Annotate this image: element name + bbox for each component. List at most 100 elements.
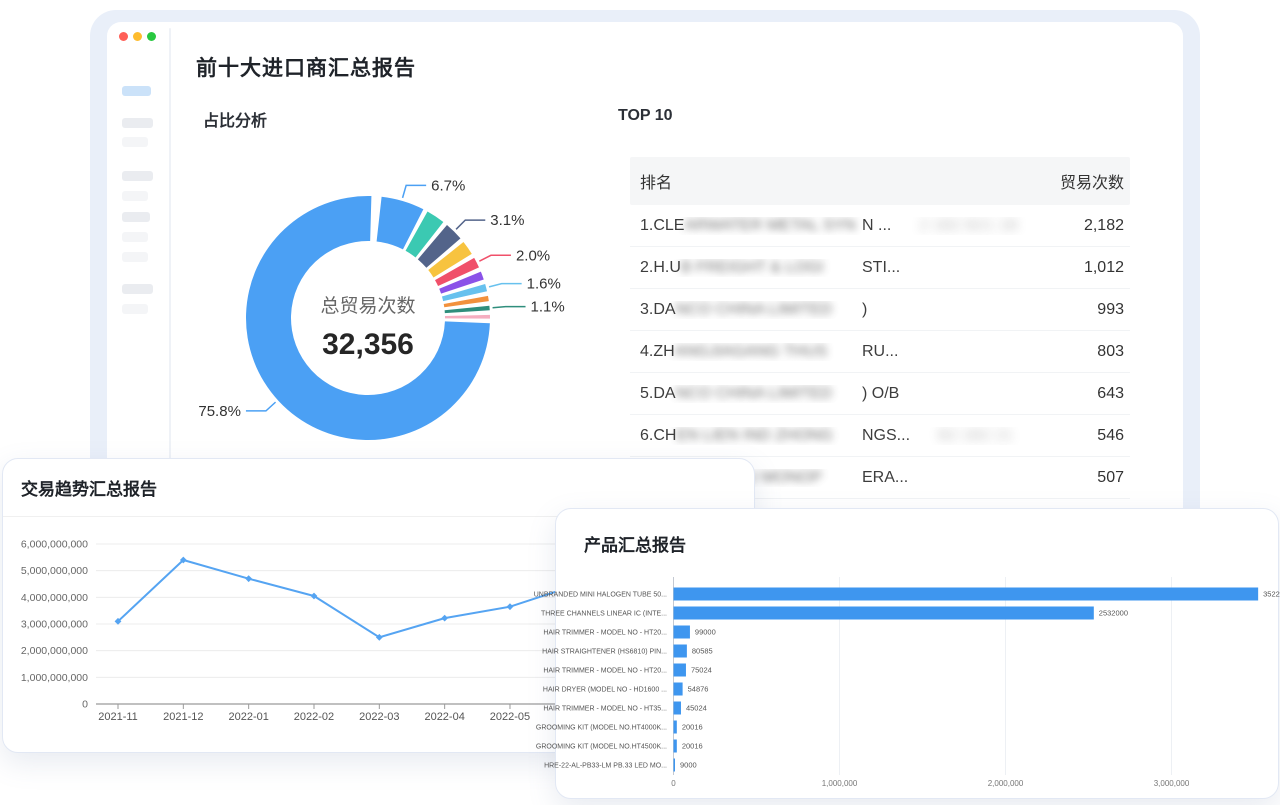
blurred-smudge: 2 1B2 B21 1B [919, 217, 1018, 235]
donut-label-line [493, 307, 526, 308]
importer-name-suffix: ) [862, 301, 867, 319]
trade-count-value: 1,012 [1084, 259, 1124, 277]
category-label: HAIR TRIMMER - MODEL NO - HT35... [543, 706, 667, 713]
x-axis-tick-label: 2022-03 [359, 711, 399, 723]
bar [674, 721, 677, 734]
y-axis-tick-label: 4,000,000,000 [21, 592, 88, 604]
importer-name-prefix: 1.CLE [640, 217, 684, 235]
importer-name-prefix: 4.ZH [640, 343, 675, 361]
y-axis-tick-label: 2,000,000,000 [21, 645, 88, 657]
bar-value-label: 45024 [686, 704, 707, 713]
sidebar-skeleton-bar [122, 86, 151, 96]
donut-slice [445, 306, 490, 313]
table-body: 1.CLEARWATER METAL SYNN ...2 1B2 B21 1B2… [630, 205, 1130, 499]
bar-value-label: 9000 [680, 761, 697, 770]
data-point-marker [441, 615, 448, 622]
importer-name-blurred: ARWATER METAL SYN [684, 217, 862, 235]
y-axis-tick-label: 3,000,000,000 [21, 619, 88, 631]
sidebar-skeleton-bar [122, 191, 148, 201]
table-row: 2.H.UB FREIGHT & LOGISTI... 1,012 [630, 247, 1130, 289]
donut-percent-label: 6.7% [431, 177, 465, 194]
importer-name-prefix: 5.DA [640, 385, 676, 403]
x-axis-tick-label: 1,000,000 [822, 779, 858, 788]
donut-label-line [456, 220, 485, 229]
bar-value-label: 20016 [682, 742, 703, 751]
x-axis-tick-label: 2022-01 [228, 711, 268, 723]
donut-center-label: 总贸易次数 [320, 295, 415, 317]
importer-name-blurred: NCO CHINA LIMITED [676, 385, 862, 403]
sidebar-skeleton-bar [122, 284, 153, 294]
blurred-smudge: B2 1B2 21 [938, 427, 1013, 445]
bar-value-label: 80585 [692, 647, 713, 656]
bar [674, 759, 675, 772]
sidebar-skeleton-bar [122, 171, 153, 181]
product-bar-chart: 01,000,0002,000,0003,000,000UNBRANDED MI… [556, 509, 1280, 800]
importer-name-suffix: NGS... [862, 427, 910, 445]
sidebar-skeleton-bar [122, 118, 153, 128]
bar-value-label: 54876 [688, 685, 709, 694]
y-axis-tick-label: 6,000,000,000 [21, 539, 88, 551]
x-axis-tick-label: 0 [671, 779, 676, 788]
donut-chart: 6.7%3.1%2.0%1.6%1.1%75.8%总贸易次数32,356 [188, 158, 588, 458]
sidebar-skeleton-bar [122, 232, 148, 242]
importer-name-blurred: B FREIGHT & LOGI [681, 259, 862, 277]
bar [674, 588, 1259, 601]
x-axis-tick-label: 2021-11 [98, 711, 138, 723]
bar [674, 645, 687, 658]
importer-name-suffix: ERA... [862, 469, 908, 487]
bar-value-label: 75024 [691, 666, 712, 675]
trade-count-value: 546 [1097, 427, 1124, 445]
x-axis-tick-label: 2021-12 [163, 711, 203, 723]
bar-value-label: 3522000 [1263, 590, 1280, 599]
importer-name-blurred: EN LIEN IND ZHONG [676, 427, 862, 445]
bar [674, 664, 686, 677]
category-label: HAIR TRIMMER - MODEL NO - HT20... [543, 668, 667, 675]
bar-value-label: 99000 [695, 628, 716, 637]
bar-value-label: 2532000 [1099, 609, 1128, 618]
donut-section-title: 占比分析 [203, 107, 267, 131]
donut-label-line [403, 185, 427, 197]
sidebar-skeleton-bar [122, 304, 148, 314]
product-report-panel: 产品汇总报告 01,000,0002,000,0003,000,000UNBRA… [555, 508, 1279, 799]
top10-heading: TOP 10 [618, 107, 673, 125]
category-label: HRE-22-AL-PB33-LM PB.33 LED MO... [544, 763, 667, 770]
sidebar-skeleton-bar [122, 137, 148, 147]
table-row: 4.ZHANGJIAGANG THUS RU... 803 [630, 331, 1130, 373]
table-row: 6.CHEN LIEN IND ZHONGNGS... B2 1B2 21 546 [630, 415, 1130, 457]
x-axis-tick-label: 3,000,000 [1154, 779, 1190, 788]
table-row: 1.CLEARWATER METAL SYNN ...2 1B2 B21 1B2… [630, 205, 1130, 247]
importer-name-suffix: STI... [862, 259, 900, 277]
column-rank: 排名 [640, 169, 672, 193]
category-label: HAIR STRAIGHTENER (HS6810) PIN... [542, 649, 667, 656]
bar [674, 702, 681, 715]
trade-count-value: 993 [1097, 301, 1124, 319]
importer-name-prefix: 6.CH [640, 427, 676, 445]
importer-name-prefix: 2.H.U [640, 259, 681, 277]
y-axis-tick-label: 1,000,000,000 [21, 672, 88, 684]
trade-count-value: 803 [1097, 343, 1124, 361]
top10-table: 排名 贸易次数 1.CLEARWATER METAL SYNN ...2 1B2… [630, 157, 1130, 499]
x-axis-tick-label: 2022-05 [490, 711, 530, 723]
sidebar-skeleton-bar [122, 252, 148, 262]
category-label: GROOMING KIT (MODEL NO.HT4500K... [536, 744, 667, 751]
bar-value-label: 20016 [682, 723, 703, 732]
importer-name-suffix: RU... [862, 343, 898, 361]
x-axis-tick-label: 2022-02 [294, 711, 334, 723]
donut-percent-label: 2.0% [516, 247, 550, 264]
data-point-marker [507, 603, 514, 610]
page-title: 前十大进口商汇总报告 [196, 52, 416, 82]
importer-name-suffix: ) O/B [862, 385, 899, 403]
bar [674, 740, 677, 753]
y-axis-tick-label: 0 [82, 699, 88, 711]
category-label: THREE CHANNELS LINEAR IC (INTE... [541, 611, 667, 618]
category-label: HAIR DRYER (MODEL NO - HD1600 ... [543, 687, 667, 694]
importer-name-blurred: NCO CHINA LIMITED [676, 301, 862, 319]
category-label: UNBRANDED MINI HALOGEN TUBE 50... [534, 592, 667, 599]
data-point-marker [245, 575, 252, 582]
sidebar-skeleton-bar [122, 212, 150, 222]
column-trade-count: 贸易次数 [1060, 169, 1124, 193]
table-row: 3.DANCO CHINA LIMITED)993 [630, 289, 1130, 331]
donut-slice [445, 315, 490, 319]
importer-name-blurred: ANGJIAGANG THUS [675, 343, 862, 361]
category-label: HAIR TRIMMER - MODEL NO - HT20... [543, 630, 667, 637]
